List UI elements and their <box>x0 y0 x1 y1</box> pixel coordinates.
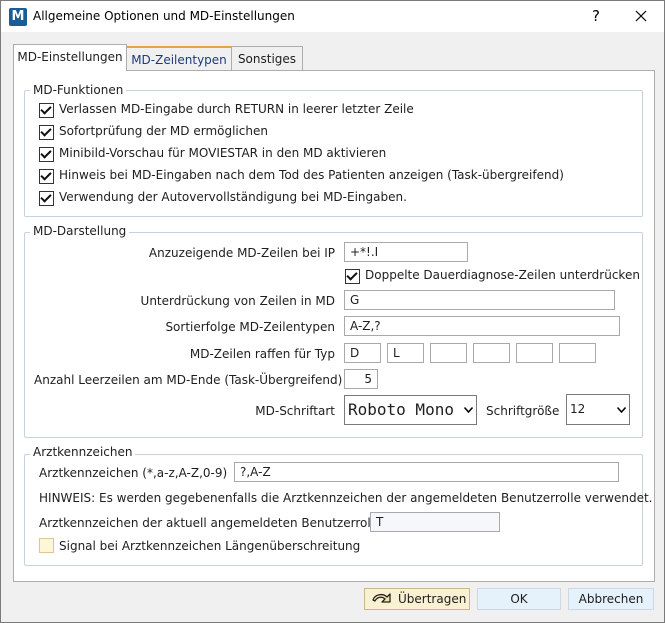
checkbox-label: Minibild-Vorschau für MOVIESTAR in den M… <box>59 146 387 160</box>
raffen-input-6[interactable] <box>559 343 596 363</box>
help-button[interactable]: ? <box>582 6 610 26</box>
apply-arrow-icon <box>372 593 391 603</box>
ak-label: Arztkennzeichen (*,a-z,A-Z,0-9) <box>39 466 228 480</box>
checkbox-label: Hinweis bei MD-Eingaben nach dem Tod des… <box>59 168 564 182</box>
zeilen-label: Anzuzeigende MD-Zeilen bei IP <box>148 246 335 260</box>
md-darstellung-legend: MD-Darstellung <box>30 224 130 238</box>
app-logo-icon: M <box>9 8 27 26</box>
tab-md-zeilentypen[interactable]: MD-Zeilentypen <box>126 46 232 72</box>
raffen-label: MD-Zeilen raffen für Typ <box>189 347 335 361</box>
checkbox-label: Doppelte Dauerdiagnose-Zeilen unterdrück… <box>365 268 640 282</box>
uebertragen-label: Übertragen <box>398 592 467 606</box>
checkbox-signal-laenge[interactable] <box>39 538 54 553</box>
unterdrueckung-label: Unterdrückung von Zeilen in MD <box>140 294 335 308</box>
dialog-window: M Allgemeine Optionen und MD-Einstellung… <box>0 0 665 623</box>
raffen-input-4[interactable] <box>473 343 510 363</box>
checkbox-label: Sofortprüfung der MD ermöglichen <box>59 124 268 138</box>
tab-sonstiges[interactable]: Sonstiges <box>231 46 303 71</box>
checkbox-return-verlassen[interactable] <box>39 103 54 118</box>
checkbox-hinweis-tod[interactable] <box>39 169 54 184</box>
schriftart-value: Roboto Mono <box>348 400 454 419</box>
schriftgroesse-value: 12 <box>570 402 586 416</box>
md-funktionen-legend: MD-Funktionen <box>30 83 127 97</box>
aktuell-input: T <box>370 512 500 532</box>
schriftart-label: MD-Schriftart <box>255 404 335 418</box>
raffen-input-3[interactable] <box>430 343 467 363</box>
checkbox-dauerdiagnose[interactable] <box>345 269 360 284</box>
uebertragen-button[interactable]: Übertragen <box>364 588 470 610</box>
abbrechen-button[interactable]: Abbrechen <box>568 588 654 610</box>
sortierfolge-input[interactable]: A-Z,? <box>344 316 620 336</box>
unterdrueckung-input[interactable]: G <box>344 290 615 310</box>
checkbox-sofortpruefung[interactable] <box>39 125 54 140</box>
title-bar: M Allgemeine Optionen und MD-Einstellung… <box>1 1 664 32</box>
zeilen-input[interactable]: +*!.I <box>344 242 468 262</box>
window-title: Allgemeine Optionen und MD-Einstellungen <box>33 9 295 23</box>
chevron-down-icon <box>615 395 627 424</box>
leerzeilen-input[interactable]: 5 <box>344 369 378 389</box>
checkbox-minibild[interactable] <box>39 147 54 162</box>
schriftgroesse-label: Schriftgröße <box>486 404 560 418</box>
raffen-input-2[interactable]: L <box>387 343 424 363</box>
checkbox-label: Signal bei Arztkennzeichen Längenübersch… <box>59 539 361 553</box>
sortierfolge-label: Sortierfolge MD-Zeilentypen <box>165 320 335 334</box>
aktuell-label: Arztkennzeichen der aktuell angemeldeten… <box>39 516 382 530</box>
raffen-input-1[interactable]: D <box>344 343 381 363</box>
close-icon <box>635 10 647 22</box>
checkbox-autovervollstaendigung[interactable] <box>39 191 54 206</box>
hinweis-text: HINWEIS: Es werden gegebenenfalls die Ar… <box>39 491 653 505</box>
raffen-input-5[interactable] <box>516 343 553 363</box>
arztkennzeichen-legend: Arztkennzeichen <box>30 445 136 459</box>
ak-input[interactable]: ?,A-Z <box>234 462 619 482</box>
checkbox-label: Verlassen MD-Eingabe durch RETURN in lee… <box>59 102 414 116</box>
leerzeilen-label: Anzahl Leerzeilen am MD-Ende (Task-Überg… <box>34 373 343 387</box>
ok-button[interactable]: OK <box>477 588 561 610</box>
chevron-down-icon <box>462 396 474 424</box>
tab-panel: MD-Funktionen Verlassen MD-Eingabe durch… <box>13 70 655 582</box>
checkbox-label: Verwendung der Autovervollständigung bei… <box>59 190 407 204</box>
tab-md-einstellungen[interactable]: MD-Einstellungen <box>13 44 127 71</box>
schriftart-select[interactable]: Roboto Mono <box>344 395 477 425</box>
schriftgroesse-select[interactable]: 12 <box>566 394 630 425</box>
close-button[interactable] <box>627 6 655 26</box>
